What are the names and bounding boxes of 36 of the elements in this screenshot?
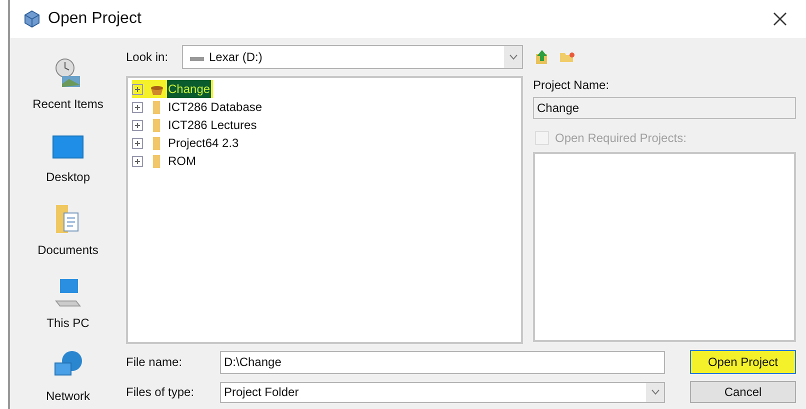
tree-item[interactable]: Change: [167, 80, 212, 98]
look-in-label: Look in:: [126, 49, 170, 66]
close-icon[interactable]: [772, 11, 788, 27]
files-of-type-value: Project Folder: [224, 384, 300, 401]
expand-icon[interactable]: [132, 156, 143, 166]
files-of-type-dropdown[interactable]: Project Folder: [220, 382, 665, 402]
expand-icon[interactable]: [132, 84, 143, 94]
look-in-dropdown[interactable]: Lexar (D:): [182, 45, 523, 69]
dialog-button[interactable]: Open Project: [690, 350, 796, 374]
new-folder-icon[interactable]: [559, 51, 575, 63]
chevron-down-icon: [508, 54, 518, 60]
open-required-projects-label: Open Required Projects:: [555, 130, 686, 147]
chevron-down-icon: [650, 389, 660, 395]
file-name-label: File name:: [126, 354, 184, 371]
expand-icon[interactable]: [132, 120, 143, 130]
tree-item[interactable]: Project64 2.3: [167, 134, 240, 152]
sidebar-item[interactable]: Documents: [20, 190, 116, 263]
file-name-field[interactable]: D:\Change: [220, 350, 665, 374]
files-of-type-label: Files of type:: [126, 384, 196, 401]
sidebar-item[interactable]: This PC: [20, 263, 116, 336]
project-name-label: Project Name:: [533, 77, 610, 94]
sidebar-item[interactable]: Desktop: [20, 117, 116, 190]
window-title: Open Project: [48, 9, 142, 29]
cube-icon: [24, 10, 40, 28]
expand-icon[interactable]: [132, 138, 143, 148]
tree-item[interactable]: ICT286 Lectures: [167, 116, 258, 134]
look-in-value: Lexar (D:): [209, 49, 264, 66]
tree-item[interactable]: ROM: [167, 152, 197, 170]
project-name-field: Change: [533, 97, 796, 119]
sidebar-item[interactable]: Recent Items: [20, 44, 116, 117]
expand-icon[interactable]: [132, 102, 143, 112]
up-folder-icon[interactable]: [535, 49, 549, 65]
computer-icon: [52, 276, 84, 308]
dialog-button[interactable]: Cancel: [690, 381, 796, 403]
sidebar-item[interactable]: Network: [20, 336, 116, 409]
tree-item[interactable]: ICT286 Database: [167, 98, 264, 116]
